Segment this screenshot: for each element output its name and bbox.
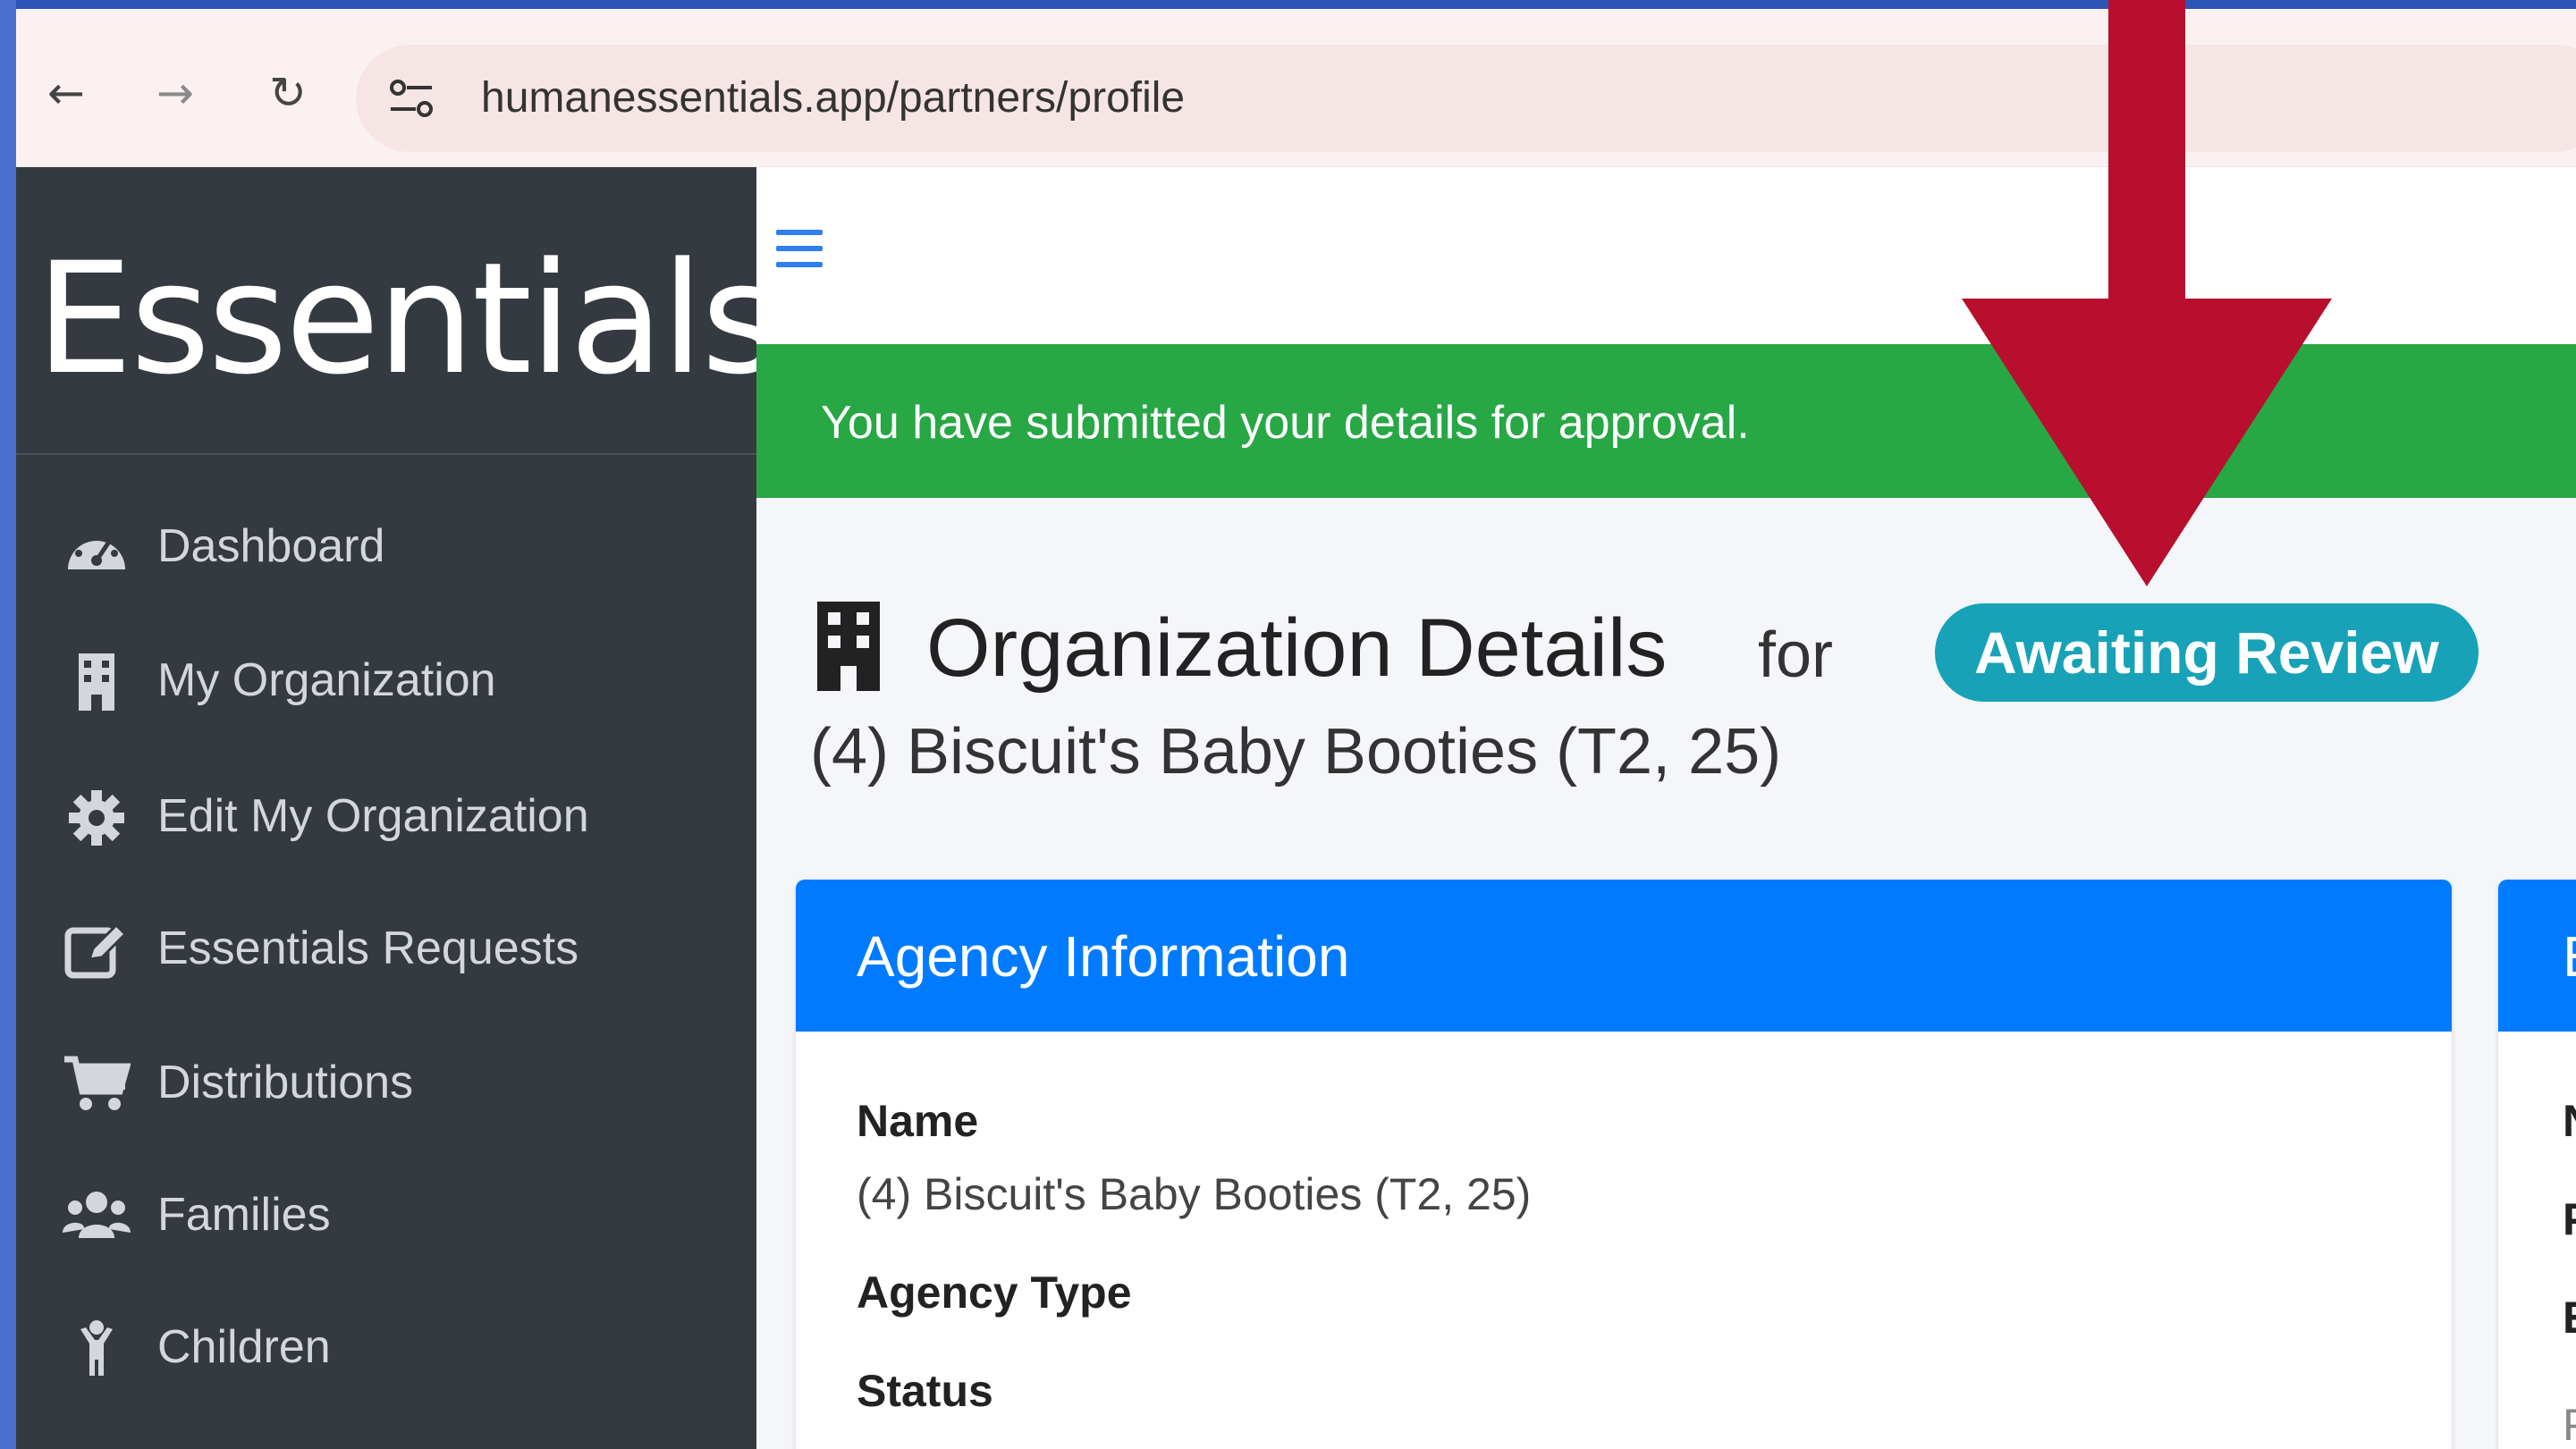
sidebar-item-label: Dashboard [157, 520, 385, 572]
field-label-agency-type: Agency Type [857, 1268, 1132, 1318]
sidebar-item-essentials-requests[interactable]: Essentials Requests [16, 893, 756, 1000]
sidebar-item-label: Children [157, 1321, 331, 1373]
alert-message: You have submitted your details for appr… [821, 397, 1750, 449]
edit-icon [64, 922, 128, 979]
field-label: P [2563, 1192, 2576, 1246]
card-header: E [2498, 880, 2576, 1032]
field-label: N [2563, 1094, 2576, 1148]
sidebar-item-label: My Organization [157, 654, 496, 706]
card-header: Agency Information [796, 880, 2452, 1032]
sidebar-item-dashboard[interactable]: Dashboard [16, 491, 756, 598]
agency-information-card: Agency Information Name (4) Biscuit's Ba… [796, 880, 2452, 1449]
building-icon [817, 602, 880, 691]
brand-logo[interactable]: Essentials [36, 230, 781, 409]
tachometer-icon [68, 530, 125, 569]
forward-arrow-icon[interactable]: → [148, 66, 202, 120]
site-info-icon[interactable] [387, 75, 435, 122]
field-value-name: (4) Biscuit's Baby Booties (T2, 25) [857, 1169, 1532, 1219]
down-arrow-annotation [1962, 0, 2332, 586]
back-arrow-icon[interactable]: ← [39, 66, 93, 120]
organization-name-heading: (4) Biscuit's Baby Booties (T2, 25) [810, 716, 1782, 788]
secondary-info-card: E N P E P [2498, 880, 2576, 1449]
sidebar-item-label: Distributions [157, 1057, 414, 1108]
sidebar-item-distributions[interactable]: Distributions [16, 1027, 756, 1134]
status-badge: Awaiting Review [1935, 603, 2479, 702]
card-title: E [2563, 922, 2576, 990]
screenshot-frame: ← → ↻ humanessentials.app/partners/profi… [16, 0, 2576, 1449]
child-icon [80, 1320, 113, 1376]
sidebar-item-families[interactable]: Families [16, 1159, 756, 1267]
building-icon [79, 653, 114, 711]
card-title: Agency Information [857, 924, 1350, 989]
sidebar-item-label: Families [157, 1189, 331, 1241]
sidebar-item-label: Edit My Organization [157, 790, 589, 842]
field-label: P [2563, 1398, 2576, 1449]
gear-icon [69, 790, 124, 846]
field-label: E [2563, 1291, 2576, 1344]
shopping-cart-icon [64, 1056, 131, 1110]
sidebar-item-label: Essentials Requests [157, 922, 579, 974]
page-header: Organization Details for Awaiting Review [810, 598, 2509, 702]
field-label-status: Status [857, 1366, 993, 1416]
url-text[interactable]: humanessentials.app/partners/profile [481, 72, 1185, 125]
reload-icon[interactable]: ↻ [261, 66, 315, 120]
page-title: Organization Details [926, 602, 1668, 694]
sidebar: Essentials Dashboard My Organization Edi… [16, 167, 781, 1449]
sidebar-item-edit-my-organization[interactable]: Edit My Organization [16, 761, 756, 868]
sidebar-item-my-organization[interactable]: My Organization [16, 625, 756, 732]
sidebar-divider [16, 453, 756, 455]
users-icon [63, 1192, 131, 1238]
for-label: for [1758, 619, 1834, 691]
field-label-name: Name [857, 1096, 979, 1146]
hamburger-menu-icon[interactable] [776, 230, 823, 271]
sidebar-item-children[interactable]: Children [16, 1292, 756, 1399]
